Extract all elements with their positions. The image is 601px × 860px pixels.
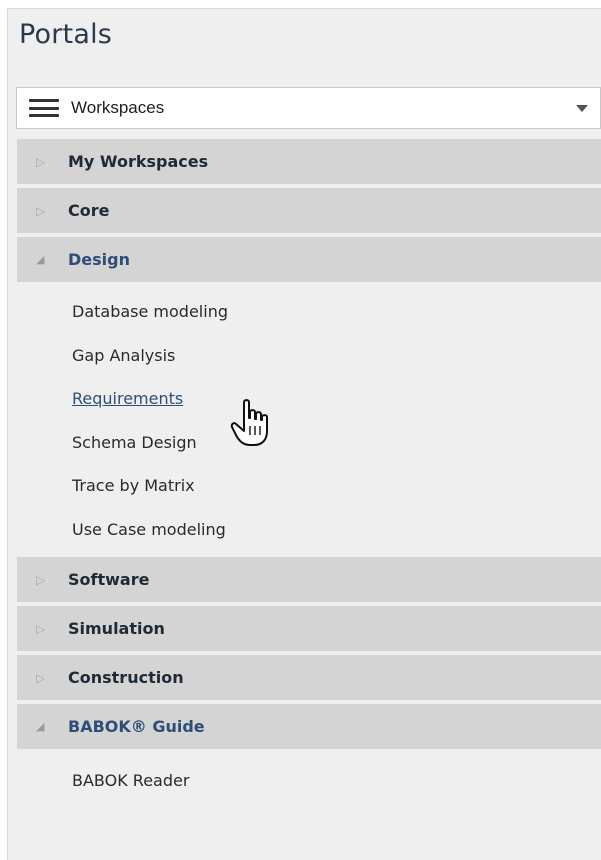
babok-items: BABOK Reader <box>17 753 601 809</box>
workspace-selector[interactable]: Workspaces <box>16 87 601 129</box>
portal-tree: ▷ My Workspaces ▷ Core ◢ Design Database… <box>17 139 601 809</box>
group-label: Simulation <box>68 619 165 638</box>
group-label: Software <box>68 570 150 589</box>
group-label: Design <box>68 250 130 269</box>
collapsed-triangle-icon: ▷ <box>36 670 46 685</box>
group-software[interactable]: ▷ Software <box>17 557 601 602</box>
group-core[interactable]: ▷ Core <box>17 188 601 233</box>
group-design[interactable]: ◢ Design <box>17 237 601 282</box>
group-label: My Workspaces <box>68 152 209 171</box>
list-item-gap-analysis[interactable]: Gap Analysis <box>17 334 601 378</box>
group-label: Construction <box>68 668 184 687</box>
list-item-use-case-modeling[interactable]: Use Case modeling <box>17 508 601 552</box>
design-items: Database modeling Gap Analysis Requireme… <box>17 286 601 557</box>
group-babok-guide[interactable]: ◢ BABOK® Guide <box>17 704 601 749</box>
group-construction[interactable]: ▷ Construction <box>17 655 601 700</box>
list-item-trace-by-matrix[interactable]: Trace by Matrix <box>17 464 601 508</box>
expanded-triangle-icon: ◢ <box>36 253 45 266</box>
group-simulation[interactable]: ▷ Simulation <box>17 606 601 651</box>
panel-title: Portals <box>19 19 113 50</box>
list-item-schema-design[interactable]: Schema Design <box>17 421 601 465</box>
group-label: Core <box>68 201 110 220</box>
group-label: BABOK® Guide <box>68 717 205 736</box>
selector-label: Workspaces <box>71 98 165 117</box>
hamburger-menu-icon <box>29 99 59 117</box>
collapsed-triangle-icon: ▷ <box>36 572 46 587</box>
expanded-triangle-icon: ◢ <box>36 720 45 733</box>
list-item-database-modeling[interactable]: Database modeling <box>17 290 601 334</box>
list-item-babok-reader[interactable]: BABOK Reader <box>17 759 601 803</box>
collapsed-triangle-icon: ▷ <box>36 154 46 169</box>
group-my-workspaces[interactable]: ▷ My Workspaces <box>17 139 601 184</box>
collapsed-triangle-icon: ▷ <box>36 203 46 218</box>
list-item-requirements[interactable]: Requirements <box>17 377 601 421</box>
collapsed-triangle-icon: ▷ <box>36 621 46 636</box>
chevron-down-icon[interactable] <box>576 105 588 112</box>
hand-cursor-icon <box>230 399 268 446</box>
